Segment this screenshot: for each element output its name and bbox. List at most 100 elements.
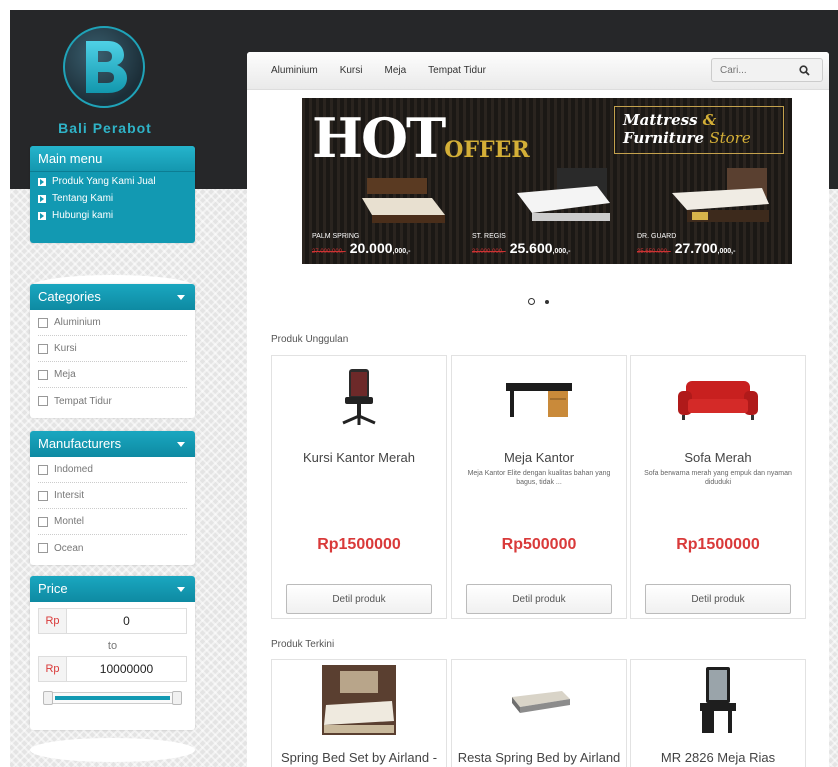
- manufacturer-checkbox-montel[interactable]: Montel: [38, 509, 187, 535]
- product-card[interactable]: MR 2826 Meja Rias Minimalis Graver: [630, 659, 806, 767]
- product-card[interactable]: Resta Spring Bed by Airland Elbe - Krem: [451, 659, 627, 767]
- bed-image: [672, 168, 769, 222]
- top-navigation: Aluminium Kursi Meja Tempat Tidur: [247, 52, 829, 90]
- category-checkbox-kursi[interactable]: Kursi: [38, 336, 187, 362]
- checkbox[interactable]: [38, 343, 48, 354]
- spring-bed-icon: [322, 665, 396, 735]
- category-checkbox-meja[interactable]: Meja: [38, 362, 187, 388]
- price-max-input[interactable]: 10000000: [67, 657, 186, 681]
- logo-b-icon: [86, 41, 127, 93]
- category-checkbox-tempat-tidur[interactable]: Tempat Tidur: [38, 388, 187, 414]
- categories-panel: Categories Aluminium Kursi Meja Tempat T…: [30, 284, 195, 418]
- slider-max-handle[interactable]: [172, 691, 182, 705]
- menu-item-hubungi[interactable]: Hubungi kami: [30, 206, 195, 223]
- vanity-table-icon: [700, 667, 736, 733]
- price-max-field[interactable]: Rp 10000000: [38, 656, 187, 682]
- currency-label: Rp: [39, 657, 67, 681]
- carousel-dot-active[interactable]: [527, 298, 535, 305]
- checkbox[interactable]: [38, 396, 48, 406]
- product-name[interactable]: Spring Bed Set by Airland - Elbe - Krem: [272, 750, 446, 767]
- product-card[interactable]: Meja Kantor Meja Kantor Elite dengan kua…: [451, 355, 627, 619]
- deal-st-regis: ST. REGIS 32.000.000,- 25.600,000,-: [472, 233, 571, 256]
- carousel-dots: [247, 297, 829, 308]
- checkbox[interactable]: [38, 464, 48, 475]
- search-input[interactable]: [712, 64, 794, 76]
- office-chair-icon: [342, 369, 376, 425]
- checkbox[interactable]: [38, 369, 48, 380]
- brand-logo[interactable]: [63, 26, 145, 108]
- product-name[interactable]: MR 2826 Meja Rias Minimalis Graver: [631, 750, 805, 767]
- product-price: Rp1500000: [676, 536, 760, 553]
- slider-fill: [55, 696, 170, 700]
- chevron-down-icon: [177, 295, 185, 300]
- nav-item-kursi[interactable]: Kursi: [340, 65, 363, 76]
- main-menu-panel: Main menu Produk Yang Kami Jual Tentang …: [30, 146, 195, 243]
- manufacturer-checkbox-ocean[interactable]: Ocean: [38, 535, 187, 561]
- product-card[interactable]: Spring Bed Set by Airland - Elbe - Krem: [271, 659, 447, 767]
- sofa-icon: [678, 381, 758, 420]
- checkbox[interactable]: [38, 317, 48, 328]
- main-content: Aluminium Kursi Meja Tempat Tidur HOTOFF…: [247, 52, 829, 767]
- product-image: [631, 364, 805, 434]
- product-price: Rp500000: [501, 536, 577, 553]
- brand-name: Bali Perabot: [58, 120, 152, 136]
- categories-title[interactable]: Categories: [30, 284, 195, 310]
- manufacturers-title[interactable]: Manufacturers: [30, 431, 195, 457]
- price-title[interactable]: Price: [30, 576, 195, 602]
- detail-button[interactable]: Detil produk: [645, 584, 791, 614]
- menu-item-tentang[interactable]: Tentang Kami: [30, 189, 195, 206]
- product-card[interactable]: Kursi Kantor Merah Rp1500000 Detil produ…: [271, 355, 447, 619]
- panel-cap: [30, 738, 195, 762]
- product-name[interactable]: Resta Spring Bed by Airland Elbe - Krem: [452, 750, 626, 767]
- desk-icon: [506, 383, 572, 417]
- product-card[interactable]: Sofa Merah Sofa berwarna merah yang empu…: [630, 355, 806, 619]
- arrow-right-icon: [38, 194, 46, 203]
- detail-button[interactable]: Detil produk: [286, 584, 432, 614]
- arrow-right-icon: [38, 211, 46, 220]
- bed-image: [362, 178, 445, 223]
- nav-item-tempat-tidur[interactable]: Tempat Tidur: [428, 65, 486, 76]
- checkbox[interactable]: [38, 516, 48, 527]
- product-price: Rp1500000: [317, 536, 401, 553]
- product-desc: Meja Kantor Elite dengan kualitas bahan …: [467, 470, 611, 487]
- search-box[interactable]: [711, 58, 823, 82]
- carousel-dot[interactable]: [544, 300, 549, 304]
- menu-item-produk[interactable]: Produk Yang Kami Jual: [30, 172, 195, 189]
- category-checkbox-aluminium[interactable]: Aluminium: [38, 310, 187, 336]
- featured-section-title: Produk Unggulan: [271, 334, 349, 345]
- product-desc: [272, 465, 446, 495]
- detail-button[interactable]: Detil produk: [466, 584, 612, 614]
- banner-headline: HOTOFFER: [312, 106, 530, 170]
- product-name[interactable]: Kursi Kantor Merah: [272, 450, 446, 465]
- arrow-right-icon: [38, 177, 46, 186]
- nav-item-meja[interactable]: Meja: [384, 65, 406, 76]
- price-to-label: to: [107, 640, 118, 652]
- manufacturers-panel: Manufacturers Indomed Intersit Montel Oc…: [30, 431, 195, 565]
- latest-section-title: Produk Terkini: [271, 639, 335, 650]
- main-menu-title: Main menu: [30, 146, 195, 172]
- product-image: [631, 664, 805, 736]
- manufacturer-checkbox-intersit[interactable]: Intersit: [38, 483, 187, 509]
- deal-dr-guard: DR. GUARD 35.650.000,- 27.700,000,-: [637, 233, 736, 256]
- slider-min-handle[interactable]: [43, 691, 53, 705]
- product-image: [452, 664, 626, 736]
- chevron-down-icon: [177, 442, 185, 447]
- price-min-input[interactable]: 0: [67, 609, 186, 633]
- banner-store-label: Mattress & Furniture Store: [614, 106, 784, 154]
- product-image: [272, 664, 446, 736]
- price-panel: Price Rp 0 to Rp 10000000: [30, 576, 195, 730]
- manufacturer-checkbox-indomed[interactable]: Indomed: [38, 457, 187, 483]
- checkbox[interactable]: [38, 543, 48, 553]
- hot-offer-banner[interactable]: HOTOFFER Mattress & Furniture Store PALM…: [302, 98, 792, 264]
- chevron-down-icon: [177, 587, 185, 592]
- product-image: [452, 364, 626, 434]
- price-min-field[interactable]: Rp 0: [38, 608, 187, 634]
- product-name[interactable]: Sofa Merah: [631, 450, 805, 465]
- nav-item-aluminium[interactable]: Aluminium: [271, 65, 318, 76]
- checkbox[interactable]: [38, 490, 48, 501]
- deal-palm-spring: PALM SPRING 27.000.000,- 20.000,000,-: [312, 233, 411, 256]
- price-range-slider[interactable]: [43, 691, 182, 705]
- product-name[interactable]: Meja Kantor: [452, 450, 626, 465]
- search-icon[interactable]: [794, 64, 814, 76]
- product-image: [272, 364, 446, 434]
